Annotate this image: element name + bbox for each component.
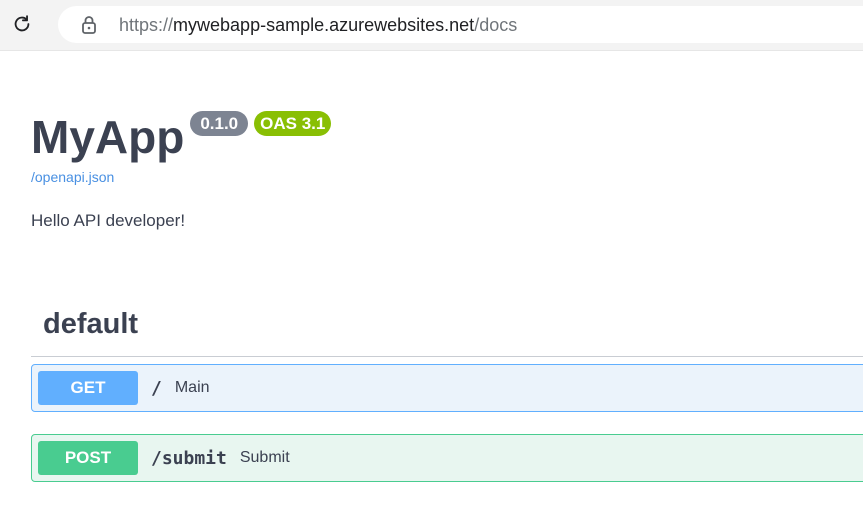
operation-summary: Main	[174, 379, 210, 396]
version-badge: 0.1.0	[190, 111, 249, 136]
operation-summary: Submit	[239, 449, 290, 466]
operation-path: /	[151, 377, 162, 399]
reload-icon[interactable]	[10, 12, 34, 36]
tag-section-default[interactable]: default	[43, 308, 138, 341]
operation-path: /submit	[151, 447, 227, 469]
method-badge-post: POST	[38, 441, 138, 475]
url-scheme: https://	[119, 15, 174, 35]
operation-get-root[interactable]: GET / Main	[31, 364, 863, 412]
oas-badge: OAS 3.1	[254, 111, 332, 136]
url-host: mywebapp-sample.azurewebsites.net	[173, 15, 475, 35]
api-description: Hello API developer!	[31, 211, 186, 230]
url-path: /docs	[474, 15, 518, 35]
method-badge-get: GET	[38, 371, 138, 405]
section-divider	[31, 356, 863, 357]
address-bar[interactable]: https://mywebapp-sample.azurewebsites.ne…	[58, 6, 863, 43]
openapi-json-link[interactable]: /openapi.json	[31, 169, 114, 185]
browser-toolbar: https://mywebapp-sample.azurewebsites.ne…	[0, 0, 863, 50]
api-header: MyApp 0.1.0 OAS 3.1	[31, 110, 332, 164]
operation-post-submit[interactable]: POST /submit Submit	[31, 434, 863, 482]
url-text[interactable]: https://mywebapp-sample.azurewebsites.ne…	[119, 15, 517, 35]
lock-icon[interactable]	[80, 15, 98, 35]
page-title: MyApp	[31, 111, 185, 163]
page-divider	[0, 50, 863, 51]
